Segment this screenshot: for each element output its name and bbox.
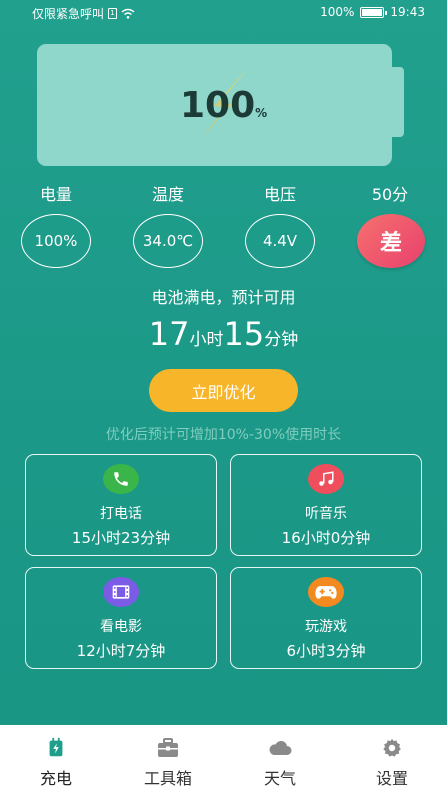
optimize-button[interactable]: 立即优化	[149, 369, 298, 412]
voltage-label: 电压	[263, 185, 296, 204]
wifi-icon	[121, 8, 135, 19]
battery-status-text: 电池满电，预计可用	[151, 288, 296, 307]
score-label: 50分	[371, 185, 409, 204]
toolbox-icon	[158, 738, 178, 757]
usage-card-title: 玩游戏	[305, 619, 347, 635]
usage-card-music[interactable]: 听音乐 16小时0分钟	[230, 454, 422, 556]
tab-label: 天气	[263, 769, 296, 788]
remaining-minutes-unit: 分钟	[264, 330, 299, 350]
gear-icon	[383, 738, 401, 757]
usage-card-title: 看电影	[100, 619, 142, 635]
tab-settings[interactable]: 设置	[336, 725, 447, 797]
carrier-text: 仅限紧急呼叫	[32, 7, 105, 21]
sim-icon: 1	[108, 8, 118, 19]
usage-card-game[interactable]: 玩游戏 6小时3分钟	[230, 567, 422, 669]
usage-card-call[interactable]: 打电话 15小时23分钟	[25, 454, 217, 556]
tab-label: 工具箱	[143, 769, 192, 788]
film-icon	[103, 577, 139, 607]
power-label: 电量	[39, 185, 72, 204]
phone-icon	[103, 464, 139, 494]
voltage-value: 4.4V	[245, 214, 315, 268]
tab-label: 充电	[39, 769, 72, 788]
tab-charging[interactable]: 充电	[0, 725, 112, 797]
usage-card-time: 6小时3分钟	[286, 642, 366, 660]
grade-badge[interactable]: 差	[357, 214, 425, 268]
usage-card-title: 听音乐	[305, 506, 347, 522]
usage-card-movie[interactable]: 看电影 12小时7分钟	[25, 567, 217, 669]
usage-card-title: 打电话	[100, 506, 142, 522]
bottom-tab-bar: 充电 工具箱 天气 设置	[0, 725, 447, 797]
temperature-label: 温度	[151, 185, 184, 204]
battery-level-unit: %	[255, 106, 268, 120]
battery-level-readout: 100%	[180, 85, 267, 126]
status-bar: 仅限紧急呼叫 1 100% 19:43	[0, 0, 447, 26]
music-icon	[308, 464, 344, 494]
tab-toolbox[interactable]: 工具箱	[112, 725, 224, 797]
remaining-time: 17小时15分钟	[0, 315, 447, 353]
temperature-value: 34.0℃	[133, 214, 203, 268]
clock-text: 19:43	[390, 5, 425, 19]
tab-weather[interactable]: 天气	[224, 725, 336, 797]
battery-cap	[390, 67, 404, 137]
remaining-hours-unit: 小时	[189, 330, 224, 350]
gamepad-icon	[308, 577, 344, 607]
remaining-minutes: 15	[223, 315, 265, 353]
usage-card-time: 12小时7分钟	[76, 642, 166, 660]
remaining-hours: 17	[148, 315, 190, 353]
power-value: 100%	[21, 214, 91, 268]
cloud-icon	[269, 740, 292, 755]
battery-status-icon	[360, 6, 388, 18]
usage-card-time: 15小时23分钟	[71, 529, 171, 547]
main-panel: 仅限紧急呼叫 1 100% 19:43 100% 电量 温度 电压 50分 10…	[0, 0, 447, 725]
usage-card-time: 16小时0分钟	[281, 529, 371, 547]
battery-percent-text: 100%	[320, 5, 355, 19]
tab-label: 设置	[375, 769, 408, 788]
battery-level-value: 100	[180, 85, 256, 126]
optimize-hint: 优化后预计可增加10%-30%使用时长	[105, 427, 342, 443]
charging-icon	[49, 737, 63, 757]
